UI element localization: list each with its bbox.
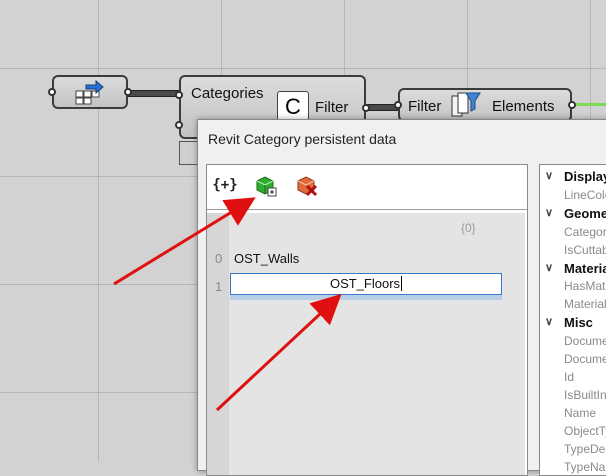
annotation-arrows (113, 197, 342, 412)
arrow-to-edit-field (215, 293, 342, 412)
arrow-to-add-button (113, 197, 256, 286)
prop-typename[interactable]: TypeName (564, 460, 606, 474)
